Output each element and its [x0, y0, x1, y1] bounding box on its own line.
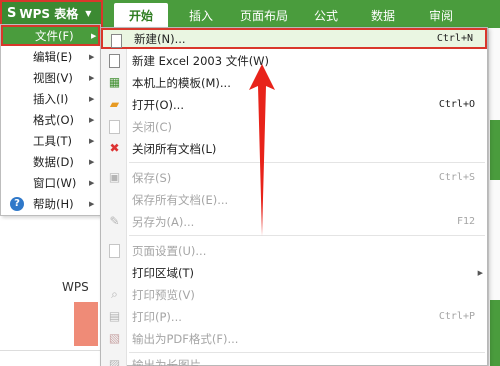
submenu-arrow-icon: ▶: [89, 73, 95, 82]
menu-item-help[interactable]: ? 帮助(H) ▶: [1, 193, 100, 214]
file-menu-label: 本机上的模板(M)...: [132, 75, 231, 90]
shortcut-label: F12: [456, 216, 475, 227]
save-icon: ▣: [108, 170, 121, 184]
file-menu-close[interactable]: 关闭(C): [101, 116, 487, 137]
image-export-icon: ▨: [108, 357, 121, 366]
shortcut-label: Ctrl+S: [438, 172, 475, 183]
main-menu: 文件(F) ▶ 编辑(E) ▶ 视图(V) ▶ 插入(I) ▶ 格式(O) ▶ …: [0, 24, 101, 216]
file-menu-label: 打印(P)...: [132, 309, 182, 324]
file-menu-label: 保存所有文档(E)...: [132, 192, 229, 207]
file-menu-save[interactable]: ▣ 保存(S) Ctrl+S: [101, 167, 487, 188]
file-menu-label: 打印区域(T): [132, 265, 194, 280]
background-cell-block: [74, 302, 98, 346]
submenu-arrow-icon: ▶: [89, 52, 95, 61]
submenu-arrow-icon: ▶: [89, 94, 95, 103]
file-menu-label: 保存(S): [132, 170, 172, 185]
wps-logo-icon: S: [7, 6, 17, 21]
menu-item-edit[interactable]: 编辑(E) ▶: [1, 46, 100, 67]
menu-item-insert[interactable]: 插入(I) ▶: [1, 88, 100, 109]
background-divider: [0, 350, 100, 351]
shortcut-label: Ctrl+N: [436, 33, 473, 44]
right-accent-block-lower: [490, 300, 500, 366]
arrow-head: [249, 64, 275, 236]
file-menu-close-all[interactable]: ✖ 关闭所有文档(L): [101, 138, 487, 159]
menu-item-data[interactable]: 数据(D) ▶: [1, 151, 100, 172]
file-menu-export-pdf[interactable]: ▧ 输出为PDF格式(F)...: [101, 328, 487, 349]
shortcut-label: Ctrl+O: [438, 99, 475, 110]
menu-item-label: 格式(O): [33, 112, 75, 127]
tab-data[interactable]: 数据: [360, 3, 406, 28]
file-menu-new[interactable]: 新建(N)... Ctrl+N: [101, 28, 487, 49]
shortcut-label: Ctrl+P: [438, 311, 475, 322]
open-folder-icon: ▰: [109, 97, 120, 111]
tab-formulas[interactable]: 公式: [304, 3, 348, 28]
file-menu-page-setup[interactable]: 页面设置(U)...: [101, 240, 487, 261]
menu-item-label: 视图(V): [33, 70, 73, 85]
submenu-arrow-icon: ▶: [89, 136, 95, 145]
help-icon: ?: [10, 196, 24, 211]
file-menu-local-templates[interactable]: ▦ 本机上的模板(M)...: [101, 72, 487, 93]
file-menu-label: 输出为PDF格式(F)...: [132, 331, 239, 346]
file-menu-label: 关闭(C): [132, 119, 173, 134]
submenu-arrow-icon: ▶: [91, 31, 97, 40]
file-menu-label: 关闭所有文档(L): [132, 141, 217, 156]
new-excel-doc-icon: [107, 53, 122, 68]
menu-item-label: 编辑(E): [33, 49, 73, 64]
file-menu-print-area[interactable]: 打印区域(T) ▶: [101, 262, 487, 283]
close-doc-icon: [107, 119, 122, 134]
submenu-arrow-icon: ▶: [89, 157, 95, 166]
menu-item-view[interactable]: 视图(V) ▶: [1, 67, 100, 88]
file-submenu: 新建(N)... Ctrl+N 新建 Excel 2003 文件(W) ▦ 本机…: [100, 27, 488, 366]
file-menu-print-preview[interactable]: ⌕ 打印预览(V): [101, 284, 487, 305]
menu-item-label: 窗口(W): [33, 175, 77, 190]
template-icon: ▦: [108, 75, 121, 89]
tab-home[interactable]: 开始: [114, 3, 168, 28]
menu-item-file[interactable]: 文件(F) ▶: [1, 25, 100, 46]
menu-item-label: 工具(T): [33, 133, 72, 148]
close-all-docs-icon: ✖: [109, 141, 120, 155]
menu-item-label: 数据(D): [33, 154, 74, 169]
file-menu-save-all[interactable]: 保存所有文档(E)...: [101, 189, 487, 210]
menu-item-format[interactable]: 格式(O) ▶: [1, 109, 100, 130]
print-icon: ▤: [108, 309, 121, 323]
file-menu-label: 另存为(A)...: [132, 214, 195, 229]
menu-item-label: 帮助(H): [33, 196, 74, 211]
file-menu-save-as[interactable]: ✎ 另存为(A)... F12: [101, 211, 487, 232]
file-menu-label: 页面设置(U)...: [132, 243, 207, 258]
menu-item-tools[interactable]: 工具(T) ▶: [1, 130, 100, 151]
file-menu-export-long-image[interactable]: ▨ 输出为长图片: [101, 354, 487, 366]
print-preview-icon: ⌕: [111, 287, 118, 301]
chevron-down-icon: ▼: [85, 9, 92, 18]
tab-page-layout[interactable]: 页面布局: [232, 3, 296, 28]
tab-insert[interactable]: 插入: [178, 3, 224, 28]
red-arrow-annotation: [249, 64, 275, 236]
file-menu-label: 输出为长图片: [132, 357, 201, 366]
file-menu-label: 打开(O)...: [132, 97, 184, 112]
pdf-export-icon: ▧: [108, 331, 121, 345]
background-wps-label: WPS: [62, 280, 89, 294]
menu-item-label: 文件(F): [35, 28, 74, 43]
app-title: WPS 表格: [19, 7, 79, 21]
file-menu-print[interactable]: ▤ 打印(P)... Ctrl+P: [101, 306, 487, 327]
file-menu-label: 新建(N)...: [134, 31, 186, 46]
tab-review[interactable]: 审阅: [418, 3, 464, 28]
menu-separator: [129, 162, 485, 163]
submenu-arrow-icon: ▶: [89, 199, 95, 208]
page-setup-icon: [107, 243, 122, 258]
wps-app-menu-button[interactable]: S WPS 表格 ▼: [0, 0, 103, 27]
file-menu-new-excel-2003[interactable]: 新建 Excel 2003 文件(W): [101, 50, 487, 71]
save-as-icon: ✎: [109, 214, 120, 228]
new-doc-icon: [109, 33, 124, 48]
menu-item-label: 插入(I): [33, 91, 69, 106]
menu-separator: [129, 235, 485, 236]
file-menu-open[interactable]: ▰ 打开(O)... Ctrl+O: [101, 94, 487, 115]
submenu-arrow-icon: ▶: [89, 178, 95, 187]
menu-separator: [129, 352, 485, 353]
submenu-arrow-icon: ▶: [89, 115, 95, 124]
submenu-arrow-icon: ▶: [477, 268, 483, 277]
file-menu-label: 打印预览(V): [132, 287, 195, 302]
menu-item-window[interactable]: 窗口(W) ▶: [1, 172, 100, 193]
right-accent-block: [490, 120, 500, 180]
